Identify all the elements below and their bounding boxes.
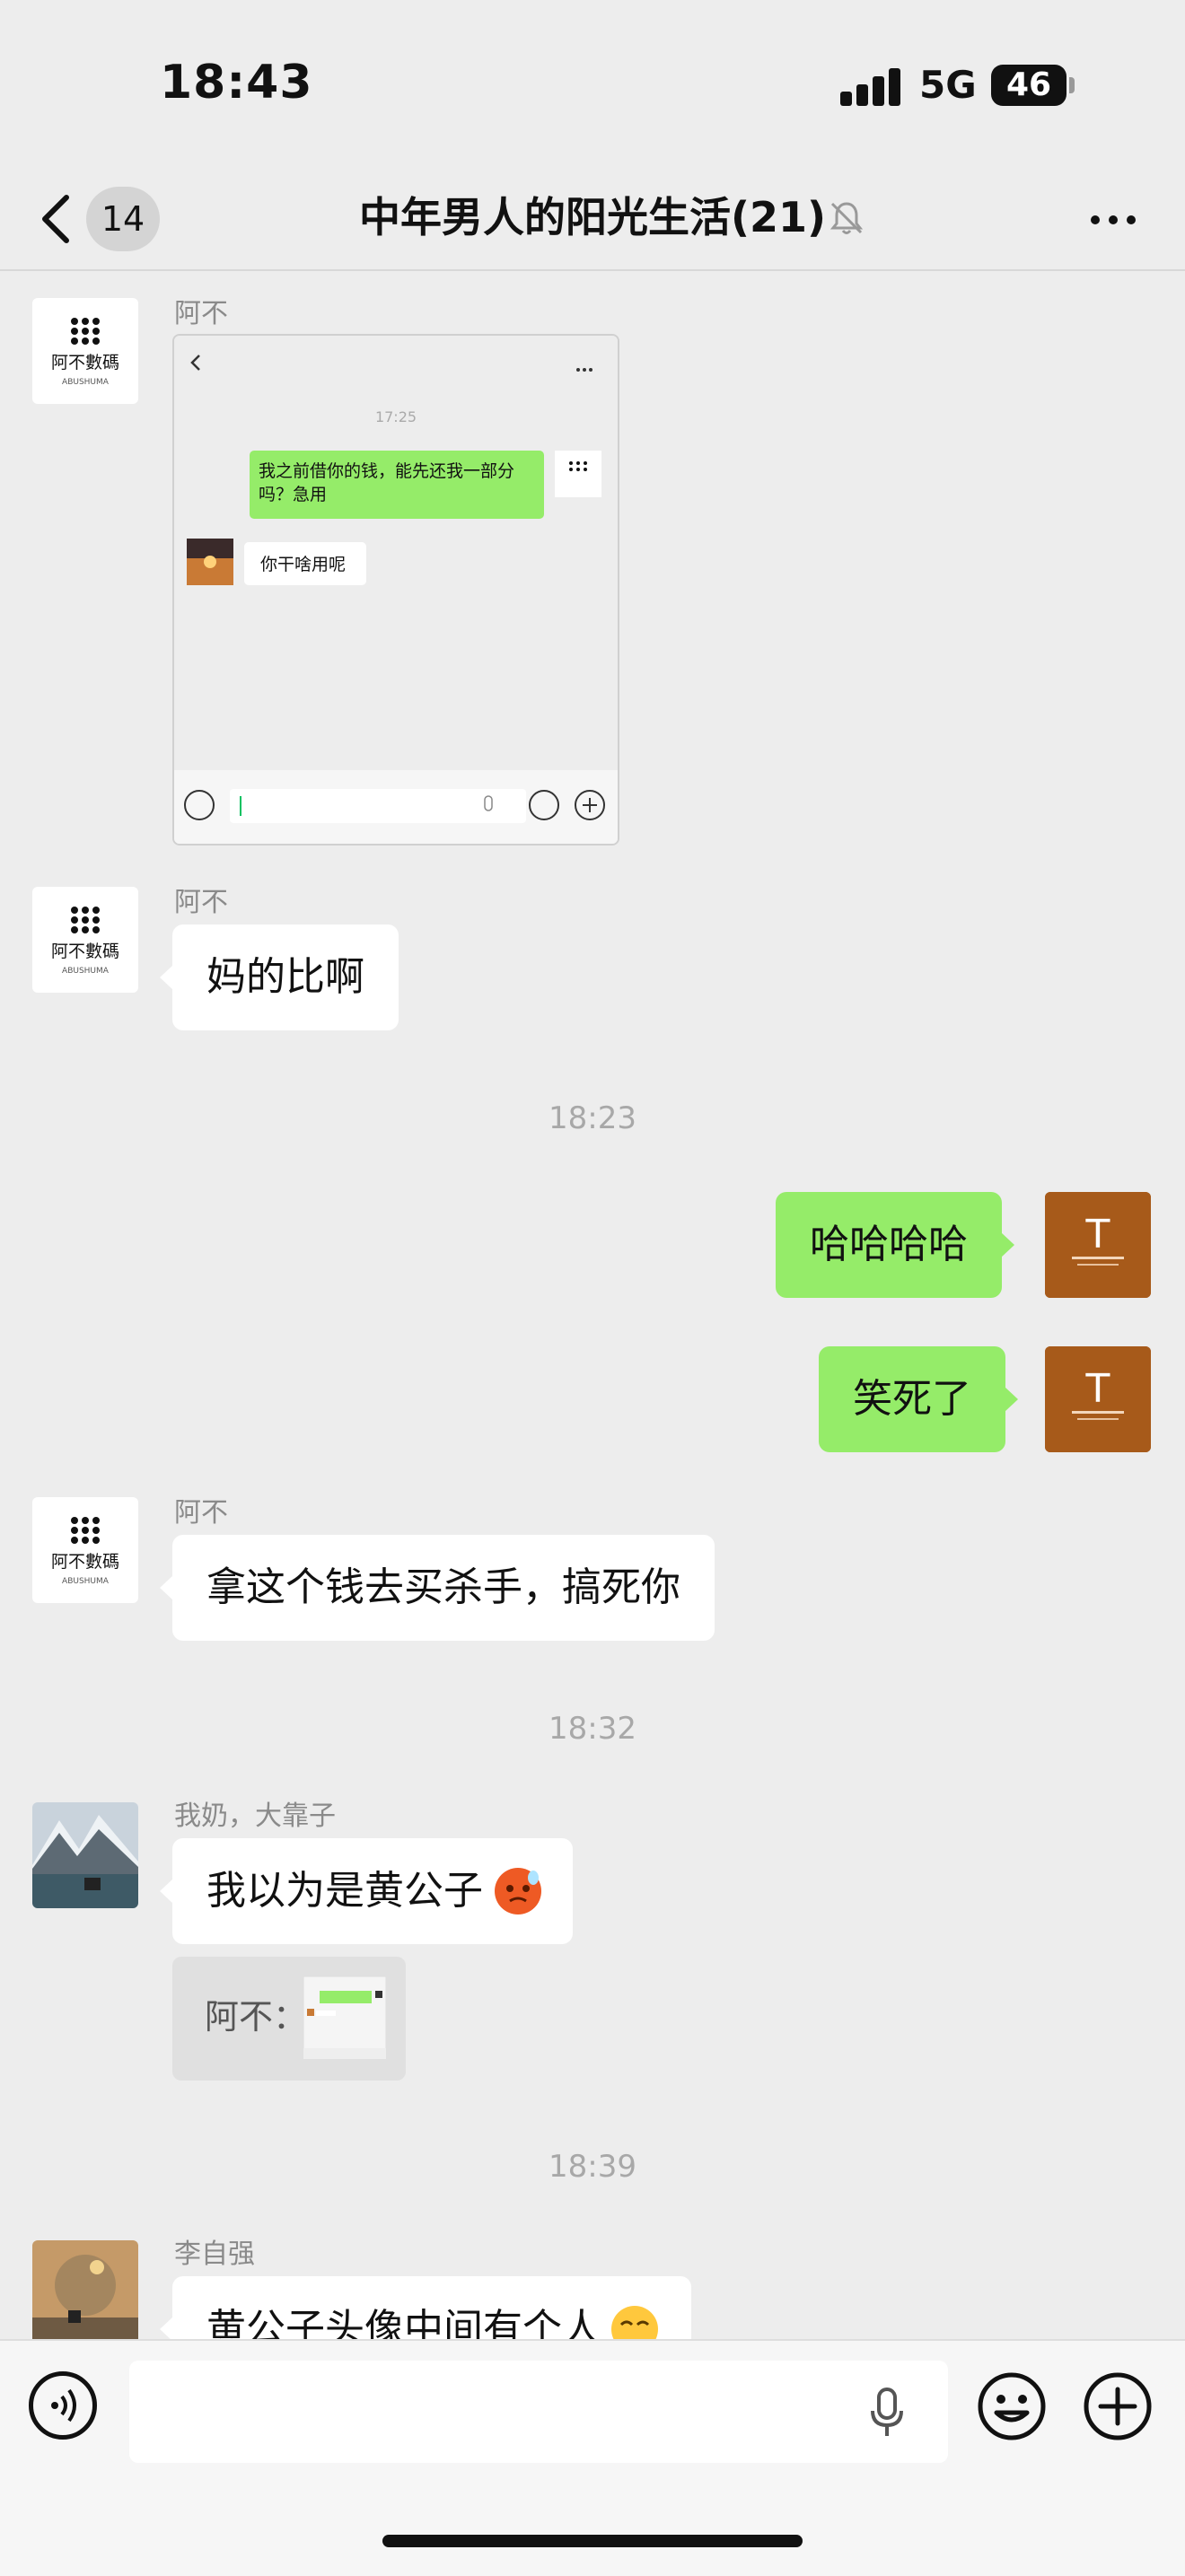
message-input[interactable]	[129, 2361, 948, 2463]
mountain-photo	[32, 1802, 138, 1908]
avatar[interactable]	[32, 2240, 138, 2346]
home-indicator	[382, 2535, 803, 2547]
sunset-photo	[32, 2240, 138, 2346]
status-time: 18:43	[160, 56, 313, 110]
timestamp: 18:23	[549, 1100, 636, 1136]
plus-circle-icon	[1084, 2372, 1152, 2440]
abu-logo: 阿不數碼 ABUSHUMA	[51, 318, 119, 387]
hot-face-emoji	[495, 1868, 541, 1914]
sender-name: 李自强	[174, 2239, 255, 2270]
battery-icon: 46	[991, 65, 1066, 106]
sender-name: 阿不	[174, 887, 228, 918]
unread-count-badge[interactable]: 14	[86, 187, 160, 251]
avatar[interactable]: 阿不數碼 ABUSHUMA	[32, 1497, 138, 1603]
quote-sender: 阿不：	[205, 1997, 308, 2037]
message-bubble-self[interactable]: 笑死了	[819, 1346, 1018, 1452]
timestamp: 18:39	[549, 2149, 636, 2185]
message-bubble-self[interactable]: 哈哈哈哈	[776, 1192, 1014, 1298]
self-avatar[interactable]: T	[1045, 1192, 1151, 1298]
sender-name: 阿不	[174, 298, 228, 329]
smiley-icon	[978, 2372, 1046, 2440]
chat-screenshot-image: 17:25 我之前借你的钱，能先还我一部分吗？急用 你干啥用呢	[174, 336, 618, 844]
quoted-message[interactable]: 阿不：	[172, 1957, 406, 2081]
battery-tip	[1069, 77, 1075, 93]
more-dots-icon	[1091, 215, 1136, 224]
t-logo: T	[1045, 1346, 1151, 1452]
chevron-left-icon	[42, 195, 69, 243]
svg-text:阿不數碼: 阿不數碼	[51, 1552, 119, 1572]
self-avatar[interactable]: T	[1045, 1346, 1151, 1452]
svg-text:阿不數碼: 阿不數碼	[51, 942, 119, 961]
message-bubble[interactable]: 妈的比啊	[160, 924, 399, 1030]
more-options-button[interactable]	[1086, 197, 1140, 242]
abu-logo: 阿不數碼 ABUSHUMA	[51, 907, 119, 976]
avatar[interactable]: 阿不數碼 ABUSHUMA	[32, 298, 138, 404]
timestamp: 18:32	[549, 1711, 636, 1747]
quoted-image-thumbnail	[303, 1976, 386, 2059]
svg-text:17:25: 17:25	[375, 408, 417, 425]
voice-wave-icon	[51, 2388, 76, 2423]
image-message[interactable]: 17:25 我之前借你的钱，能先还我一部分吗？急用 你干啥用呢	[172, 334, 619, 846]
microphone-icon[interactable]	[867, 2386, 907, 2440]
avatar[interactable]: 阿不數碼 ABUSHUMA	[32, 887, 138, 993]
network-type: 5G	[919, 63, 977, 107]
signal-icon	[840, 68, 901, 106]
status-bar: 18:43 5G 46	[0, 0, 1185, 171]
emoji-button[interactable]	[977, 2371, 1047, 2441]
svg-text:ABUSHUMA: ABUSHUMA	[62, 1577, 110, 1586]
svg-text:你干啥用呢: 你干啥用呢	[260, 555, 346, 574]
svg-text:ABUSHUMA: ABUSHUMA	[62, 967, 110, 976]
chat-title[interactable]: 中年男人的阳光生活(21)	[341, 185, 844, 250]
message-text: 我以为是黄公子	[206, 1868, 483, 1914]
chat-header: 14 中年男人的阳光生活(21)	[0, 171, 1185, 271]
t-logo: T	[1045, 1192, 1151, 1298]
svg-text:T: T	[1085, 1366, 1110, 1412]
abu-logo: 阿不數碼 ABUSHUMA	[51, 1517, 119, 1586]
avatar[interactable]	[32, 1802, 138, 1908]
voice-input-button[interactable]	[29, 2371, 97, 2440]
sender-name: 我奶，大靠子	[174, 1801, 336, 1832]
sender-name: 阿不	[174, 1497, 228, 1529]
svg-text:T: T	[1085, 1212, 1110, 1257]
message-bubble[interactable]: 拿这个钱去买杀手，搞死你	[160, 1535, 715, 1641]
more-functions-button[interactable]	[1083, 2371, 1153, 2441]
back-button[interactable]	[34, 183, 88, 255]
mute-bell-icon	[828, 199, 865, 237]
svg-text:阿不數碼: 阿不數碼	[51, 353, 119, 372]
message-bubble[interactable]: 我以为是黄公子	[160, 1838, 573, 1944]
svg-text:ABUSHUMA: ABUSHUMA	[62, 378, 110, 387]
